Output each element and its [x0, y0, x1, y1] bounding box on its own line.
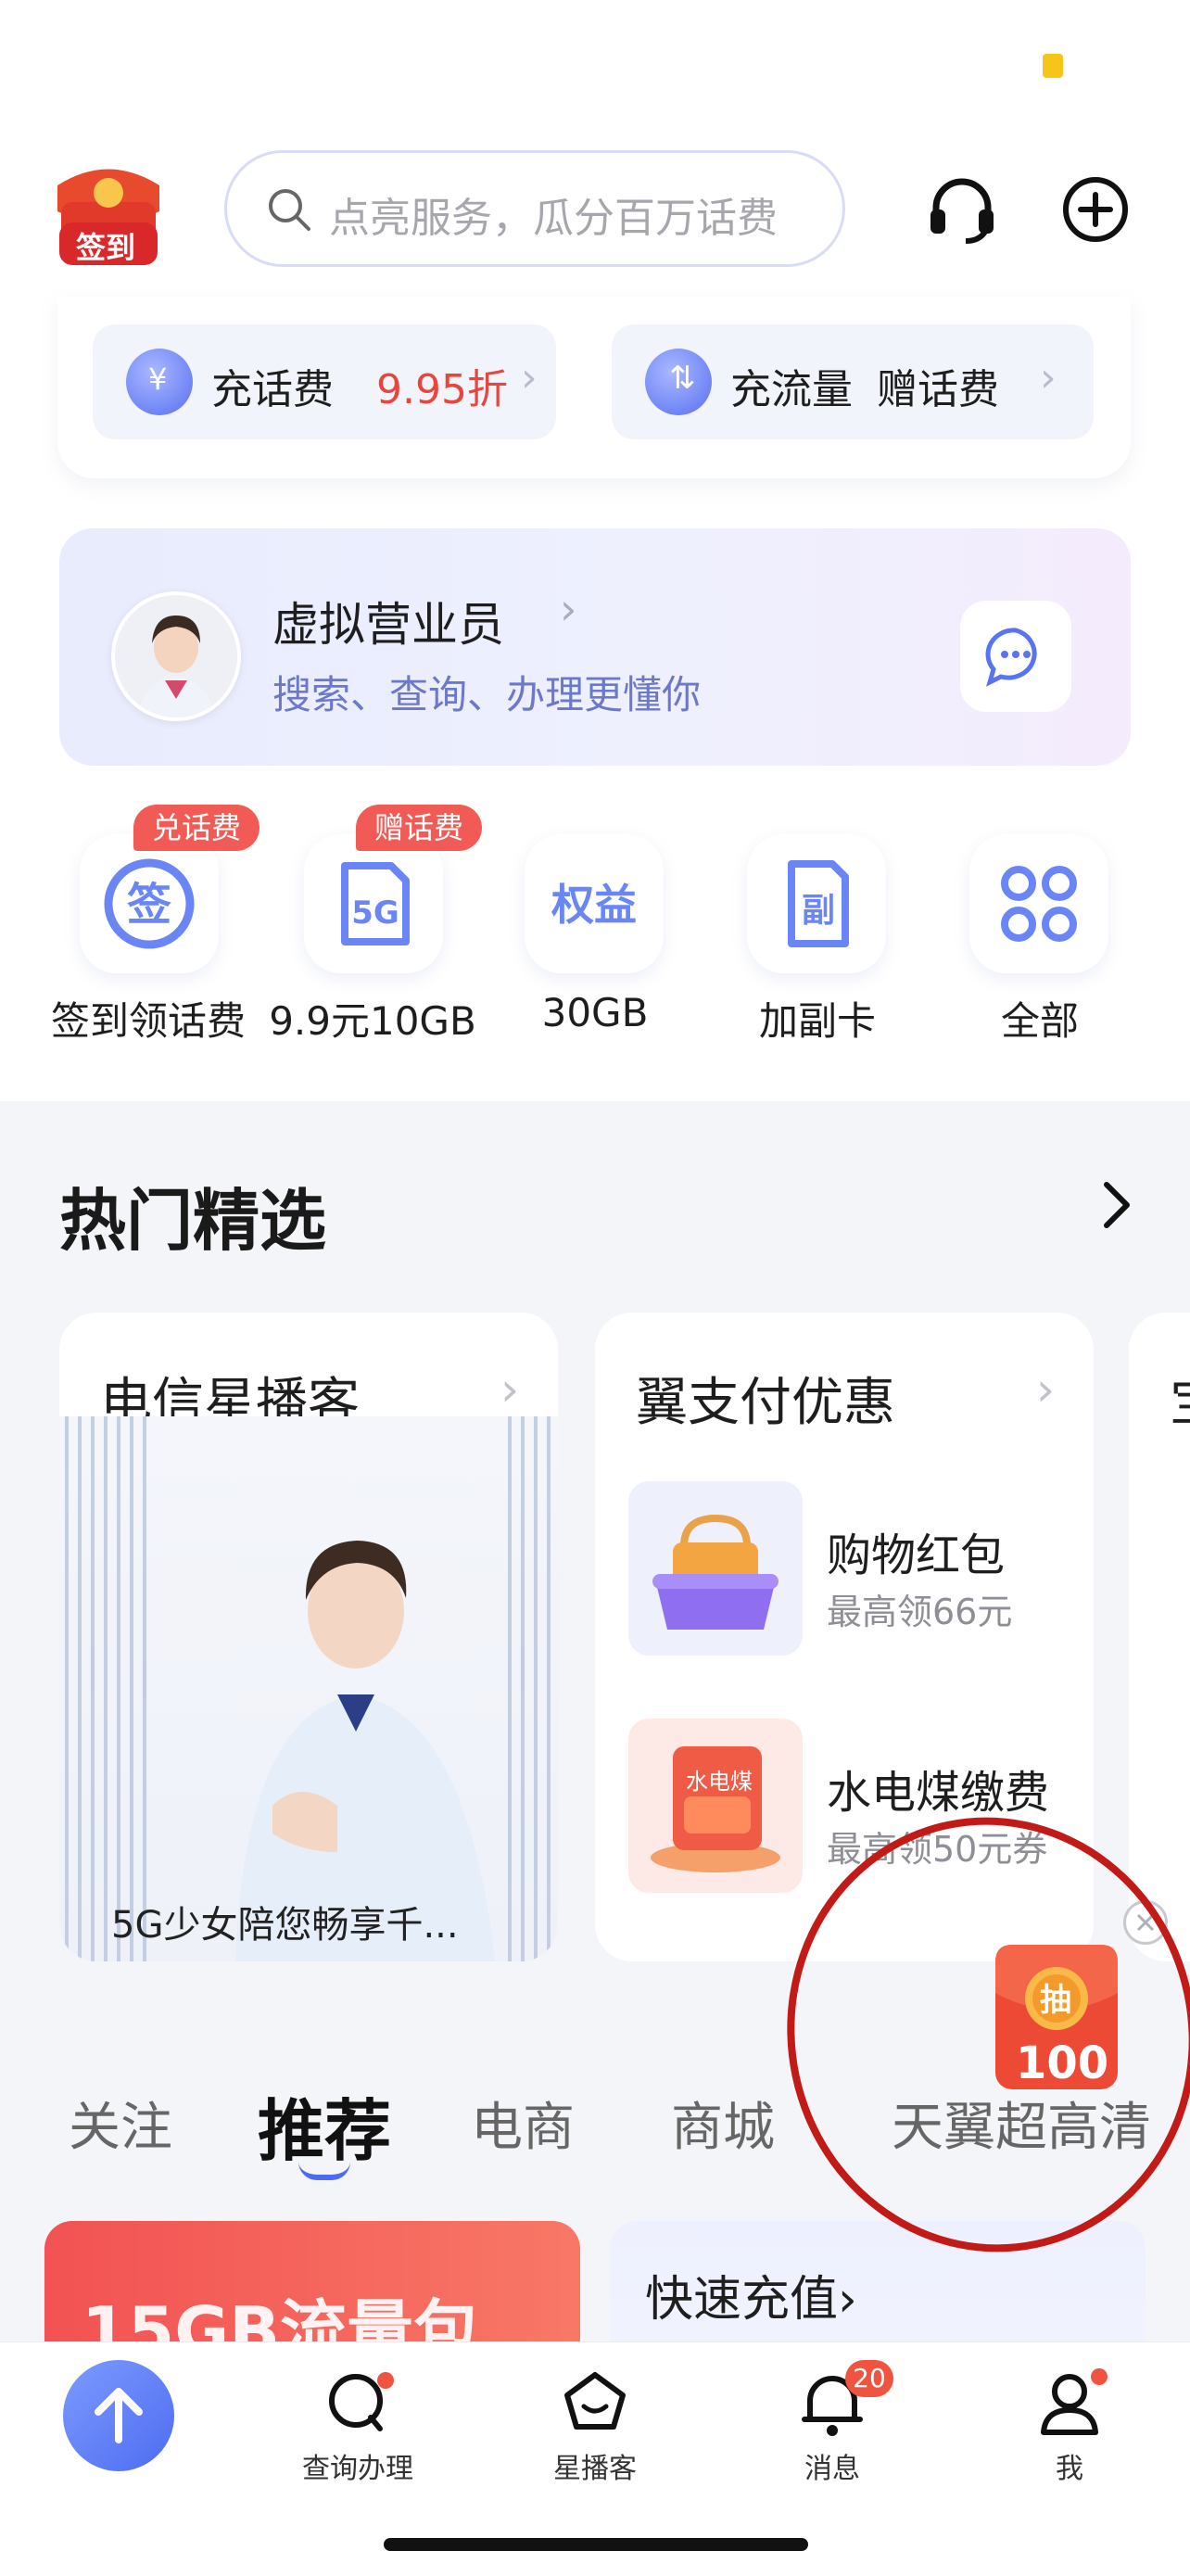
tab-mall[interactable]: 商城 [671, 2086, 775, 2161]
assistant-name: 虚拟营业员 [272, 598, 504, 652]
quick-label: 9.9元10GB [269, 998, 476, 1044]
user-icon [1041, 2368, 1108, 2435]
data-drop-icon: ⇅ [645, 349, 712, 415]
quick-badge: 兑话费 [133, 805, 260, 851]
chevron-right-icon: › [560, 584, 577, 634]
signin-button[interactable]: 签到 [48, 158, 169, 269]
scroll-top-button[interactable] [63, 2360, 174, 2471]
message-count-badge: 20 [845, 2360, 893, 2397]
nav-label: 消息 [804, 2453, 860, 2485]
pill-label: 充流量 [730, 366, 853, 413]
svg-text:签: 签 [127, 879, 171, 931]
svg-text:权益: 权益 [551, 880, 637, 930]
quick-label: 30GB [541, 990, 649, 1035]
recharge-data-pill[interactable]: ⇅ 充流量 赠话费 › [612, 324, 1094, 439]
search-input[interactable]: 点亮服务，瓜分百万话费 [224, 150, 845, 267]
plus-circle-icon [1063, 177, 1128, 242]
quick-item-all[interactable] [969, 834, 1108, 973]
pill-discount: 9.95折 [376, 366, 508, 413]
customer-service-button[interactable] [925, 172, 999, 247]
signin-label: 签到 [76, 230, 136, 265]
search-icon [269, 189, 310, 231]
broadcaster-card[interactable]: 电信星播客 › 5G少女陪您畅享千... [59, 1313, 558, 1961]
utility-bill-icon: 水电煤 [628, 1719, 803, 1893]
yuan-coin-icon: ¥ [126, 349, 193, 415]
sim-5g-icon: 5G [341, 862, 410, 945]
chevron-right-icon: › [521, 354, 538, 401]
add-button[interactable] [1058, 172, 1133, 247]
pentagon-face-icon [564, 2372, 626, 2430]
rights-icon: 权益 [551, 880, 637, 930]
broadcaster-caption: 5G少女陪您畅享千... [111, 1904, 459, 1947]
partial-card[interactable]: 宝 [1129, 1313, 1190, 1961]
signin-gift-icon: 签 [104, 858, 195, 949]
chat-button[interactable] [960, 601, 1071, 712]
chevron-right-icon [1104, 1182, 1130, 1228]
arrow-up-icon [95, 2388, 143, 2443]
quick-label: 签到领话费 [50, 998, 246, 1044]
headset-icon [930, 178, 994, 244]
chat-bubble-icon [985, 628, 1037, 687]
broadcaster-image [59, 1416, 558, 1961]
nav-label: 星播客 [553, 2453, 637, 2485]
svg-text:副: 副 [802, 892, 835, 930]
hot-more-button[interactable] [1095, 1177, 1140, 1237]
shopping-basket-icon [628, 1481, 803, 1656]
query-icon [329, 2372, 394, 2431]
quick-recharge-title: 快速充值› [645, 2272, 857, 2328]
grid-icon [1001, 866, 1077, 942]
quick-item-signin[interactable]: 签 [80, 834, 219, 973]
tab-follow[interactable]: 关注 [69, 2086, 172, 2161]
nav-messages[interactable]: 20 消息 [749, 2360, 916, 2485]
search-placeholder: 点亮服务，瓜分百万话费 [329, 195, 778, 242]
recharge-phone-pill[interactable]: ¥ 充话费 9.95折 › [93, 324, 556, 439]
quick-badge: 赠话费 [356, 805, 483, 851]
nav-broadcaster[interactable]: 星播客 [512, 2360, 678, 2485]
utility-img-label: 水电煤 [686, 1769, 753, 1795]
nav-label: 我 [1056, 2453, 1083, 2485]
offer-title: 水电煤缴费 [827, 1767, 1050, 1819]
quick-label: 全部 [1000, 998, 1079, 1044]
chevron-right-icon: › [500, 1363, 519, 1416]
chevron-right-icon: › [1040, 354, 1057, 401]
svg-text:5G: 5G [351, 895, 399, 932]
status-indicator [1043, 54, 1063, 78]
hot-section-title: 热门精选 [59, 1182, 327, 1260]
sim-card-icon: 副 [788, 860, 849, 947]
pill-label: 充话费 [211, 366, 334, 413]
pill-extra: 赠话费 [877, 366, 999, 413]
nav-label: 查询办理 [302, 2453, 413, 2485]
assistant-avatar [111, 591, 241, 721]
quick-item-sub-card[interactable]: 副 [747, 834, 886, 973]
offer-title: 购物红包 [827, 1529, 1006, 1581]
quick-label: 加副卡 [758, 998, 876, 1044]
card-title: 宝 [1170, 1361, 1190, 1436]
quick-item-5g-data[interactable]: 5G [304, 834, 443, 973]
assistant-subtitle: 搜索、查询、办理更懂你 [272, 672, 702, 717]
tab-recommend[interactable]: 推荐 [258, 2076, 391, 2174]
quick-item-30gb[interactable]: 权益 [525, 834, 664, 973]
home-indicator [384, 2538, 808, 2551]
tab-ecommerce[interactable]: 电商 [471, 2086, 575, 2161]
nav-me[interactable]: 我 [986, 2360, 1153, 2485]
chevron-right-icon: › [1036, 1363, 1055, 1416]
virtual-assistant-card[interactable]: 虚拟营业员 › 搜索、查询、办理更懂你 [59, 528, 1131, 766]
nav-query[interactable]: 查询办理 [274, 2360, 441, 2485]
card-title: 翼支付优惠 [636, 1373, 895, 1433]
offer-subtitle: 最高领66元 [827, 1592, 1013, 1632]
